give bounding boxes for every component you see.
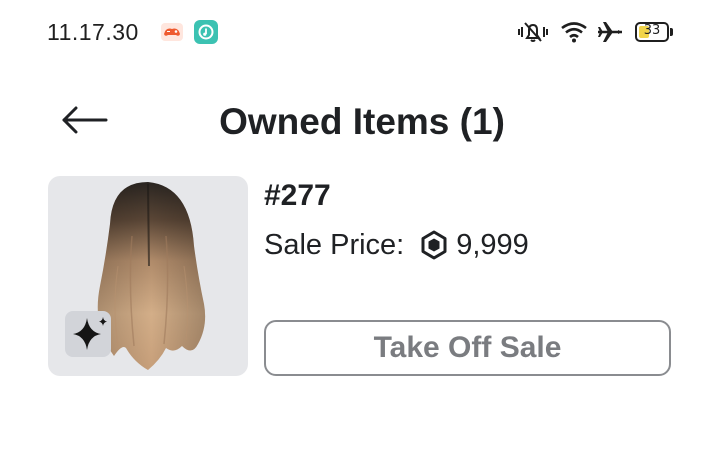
sale-price-value: 9,999 — [456, 229, 529, 261]
music-notification-icon — [194, 20, 218, 44]
game-notification-icon — [161, 23, 183, 41]
item-name: #277 — [264, 179, 331, 212]
status-time: 11.17.30 — [47, 19, 139, 45]
sparkle-badge — [65, 311, 111, 357]
battery-level: 33 — [643, 23, 661, 38]
price-row: Sale Price: 9,999 — [264, 226, 529, 264]
sale-price-label: Sale Price: — [264, 229, 405, 261]
take-off-sale-button[interactable]: Take Off Sale — [264, 320, 671, 376]
silent-icon — [518, 22, 548, 42]
sparkle-icon — [73, 317, 107, 350]
arrow-left-icon — [62, 106, 108, 134]
wifi-icon — [561, 22, 587, 43]
battery-icon: 33 — [635, 22, 673, 42]
airplane-mode-icon — [598, 22, 622, 42]
status-bar: 11.17.30 33 — [0, 0, 720, 62]
back-button[interactable] — [56, 100, 112, 140]
robux-icon — [421, 230, 447, 260]
